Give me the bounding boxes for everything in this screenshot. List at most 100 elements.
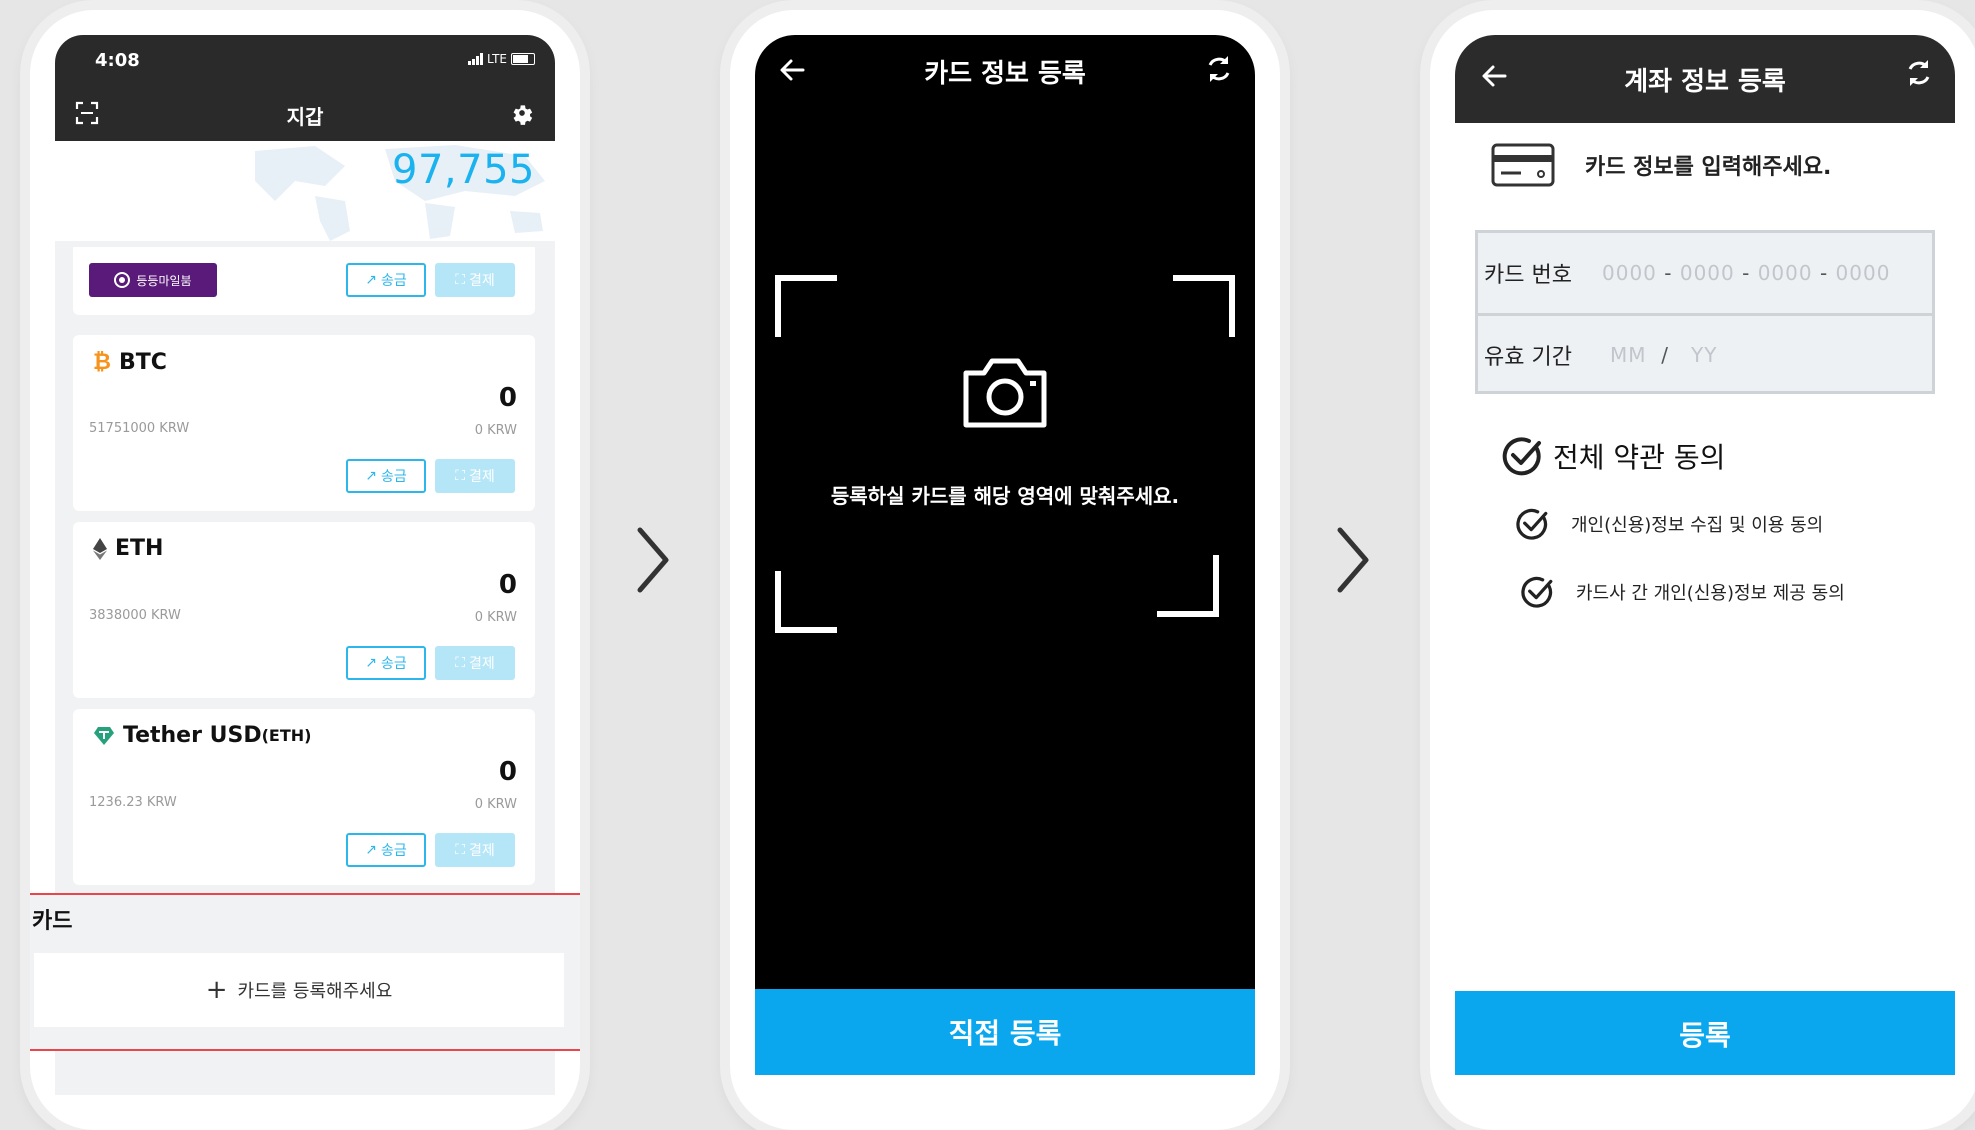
refresh-icon[interactable] bbox=[1203, 53, 1235, 85]
agree-all-checkbox[interactable]: 전체 약관 동의 bbox=[1501, 435, 1725, 477]
expiry-year: YY bbox=[1691, 342, 1718, 367]
scan-phone: 카드 정보 등록 등록하실 카드를 해당 영역에 맞춰주세요. 직접 등록 bbox=[730, 10, 1280, 1130]
app-bar: 지갑 bbox=[55, 85, 555, 141]
coin-krw-value: 0 KRW bbox=[474, 423, 517, 438]
ethereum-icon bbox=[93, 537, 107, 560]
coin-name: ETH bbox=[93, 536, 163, 561]
pay-button[interactable]: ⛶ 결제 bbox=[435, 459, 515, 493]
scan-icon: ⛶ bbox=[455, 655, 466, 671]
coin-amount: 0 bbox=[498, 383, 517, 413]
card-number-segment: 0000 bbox=[1835, 260, 1891, 285]
coin-network-label: (ETH) bbox=[261, 726, 312, 745]
status-time: 4:08 bbox=[95, 50, 140, 71]
form-intro-text: 카드 정보를 입력해주세요. bbox=[1585, 155, 1832, 180]
pay-label: 결제 bbox=[469, 656, 495, 672]
coin-name-label: BTC bbox=[118, 349, 167, 375]
card-number-segment: 0000 bbox=[1679, 260, 1735, 285]
send-arrow-icon: ↗ bbox=[365, 655, 377, 671]
scan-icon: ⛶ bbox=[455, 272, 466, 288]
page-title: 지갑 bbox=[286, 105, 324, 129]
bitcoin-icon: ₿ bbox=[93, 350, 111, 375]
coin-name: Tether USD (ETH) bbox=[93, 723, 311, 748]
balance-amount: 97,755 bbox=[392, 147, 535, 193]
card-section: 카드 + 카드를 등록해주세요 bbox=[30, 893, 580, 1051]
agreement-item[interactable]: 개인(신용)정보 수집 및 이용 동의 bbox=[1515, 507, 1823, 541]
pay-button[interactable]: ⛶ 결제 bbox=[435, 833, 515, 867]
dash-separator: - bbox=[1742, 260, 1758, 285]
send-label: 송금 bbox=[380, 656, 407, 672]
send-button[interactable]: ↗ 송금 bbox=[346, 459, 426, 493]
camera-icon[interactable] bbox=[960, 355, 1050, 431]
pay-button[interactable]: ⛶ 결제 bbox=[435, 646, 515, 680]
coin-amount: 0 bbox=[498, 570, 517, 600]
credit-card-icon bbox=[1491, 143, 1555, 187]
page-title: 카드 정보 등록 bbox=[924, 59, 1086, 89]
refresh-icon[interactable] bbox=[1903, 57, 1935, 89]
send-label: 송금 bbox=[380, 843, 407, 859]
promo-card: 등등마일붐 ↗ 송금 ⛶ 결제 bbox=[73, 247, 535, 315]
gear-icon[interactable] bbox=[509, 100, 535, 126]
tether-icon bbox=[94, 726, 114, 745]
signal-icon bbox=[468, 53, 484, 65]
dash-separator: - bbox=[1819, 260, 1836, 285]
expiry-input[interactable]: MM / YY bbox=[1610, 343, 1717, 367]
page-title: 계좌 정보 등록 bbox=[1624, 67, 1786, 97]
card-number-segment: 0000 bbox=[1602, 260, 1657, 285]
coin-krw-value: 0 KRW bbox=[474, 610, 517, 625]
coin-name: ₿ BTC bbox=[93, 349, 167, 376]
coin-price: 3838000 KRW bbox=[89, 608, 181, 623]
coin-card-tether[interactable]: Tether USD (ETH) 0 1236.23 KRW 0 KRW ↗ 송금… bbox=[73, 709, 535, 885]
expiry-month: MM bbox=[1610, 342, 1647, 367]
manual-register-button[interactable]: 직접 등록 bbox=[755, 989, 1255, 1075]
pay-button[interactable]: ⛶ 결제 bbox=[435, 263, 515, 297]
coin-amount: 0 bbox=[498, 757, 517, 787]
send-arrow-icon: ↗ bbox=[365, 468, 377, 484]
scan-icon: ⛶ bbox=[455, 468, 466, 484]
card-number-input[interactable]: 0000 - 0000 - 0000 - 0000 bbox=[1602, 261, 1890, 285]
send-button[interactable]: ↗ 송금 bbox=[346, 833, 426, 867]
promo-badge-button[interactable]: 등등마일붐 bbox=[89, 263, 217, 297]
status-bar: 4:08 LTE bbox=[55, 35, 555, 85]
scan-frame-corner-top-left bbox=[775, 275, 837, 337]
scan-frame-corner-bottom-left bbox=[775, 571, 837, 633]
card-section-title: 카드 bbox=[32, 909, 73, 934]
send-arrow-icon: ↗ bbox=[365, 272, 377, 288]
app-bar: 카드 정보 등록 bbox=[755, 35, 1255, 105]
coin-krw-value: 0 KRW bbox=[474, 797, 517, 812]
expiry-field[interactable]: 유효 기간 MM / YY bbox=[1478, 315, 1932, 394]
scan-instruction: 등록하실 카드를 해당 영역에 맞춰주세요. bbox=[830, 484, 1180, 508]
agreement-label: 개인(신용)정보 수집 및 이용 동의 bbox=[1571, 515, 1824, 536]
check-circle-icon bbox=[1516, 508, 1548, 540]
send-label: 송금 bbox=[380, 469, 407, 485]
send-button[interactable]: ↗ 송금 bbox=[346, 646, 426, 680]
scan-frame-corner-top-right bbox=[1173, 275, 1235, 337]
scan-frame-corner-bottom-right bbox=[1157, 555, 1219, 617]
add-card-button[interactable]: + 카드를 등록해주세요 bbox=[34, 953, 564, 1027]
pay-label: 결제 bbox=[469, 469, 495, 485]
chevron-right-icon bbox=[637, 527, 669, 593]
send-arrow-icon: ↗ bbox=[365, 842, 377, 858]
promo-badge-label: 등등마일붐 bbox=[136, 273, 192, 288]
pay-label: 결제 bbox=[469, 273, 495, 289]
wallet-phone: 4:08 LTE 지갑 97,755 등등마일붐 ↗ 송금 ⛶ 결제 ₿ BTC… bbox=[30, 10, 580, 1130]
card-number-field[interactable]: 카드 번호 0000 - 0000 - 0000 - 0000 bbox=[1478, 233, 1932, 312]
send-button[interactable]: ↗ 송금 bbox=[346, 263, 426, 297]
coin-card-eth[interactable]: ETH 0 3838000 KRW 0 KRW ↗ 송금 ⛶ 결제 bbox=[73, 522, 535, 698]
check-circle-icon bbox=[1502, 437, 1541, 476]
expiry-label: 유효 기간 bbox=[1484, 344, 1572, 370]
coin-name-label: Tether USD bbox=[123, 723, 262, 748]
coin-price: 1236.23 KRW bbox=[89, 795, 177, 810]
form-phone: 계좌 정보 등록 카드 정보를 입력해주세요. 카드 번호 0000 - 000… bbox=[1430, 10, 1975, 1130]
coin-card-btc[interactable]: ₿ BTC 0 51751000 KRW 0 KRW ↗ 송금 ⛶ 결제 bbox=[73, 335, 535, 511]
agreement-item[interactable]: 카드사 간 개인(신용)정보 제공 동의 bbox=[1520, 575, 1845, 609]
signal-indicator: LTE bbox=[468, 52, 535, 66]
register-button[interactable]: 등록 bbox=[1455, 991, 1955, 1075]
coin-name-label: ETH bbox=[115, 536, 164, 561]
balance-panel: 97,755 bbox=[55, 141, 555, 241]
network-type: LTE bbox=[487, 52, 507, 66]
chevron-right-icon bbox=[1337, 527, 1369, 593]
check-circle-icon bbox=[1521, 576, 1553, 608]
add-card-label: 카드를 등록해주세요 bbox=[237, 981, 393, 1002]
form-intro: 카드 정보를 입력해주세요. bbox=[1491, 143, 1831, 187]
slash-separator: / bbox=[1653, 342, 1684, 367]
